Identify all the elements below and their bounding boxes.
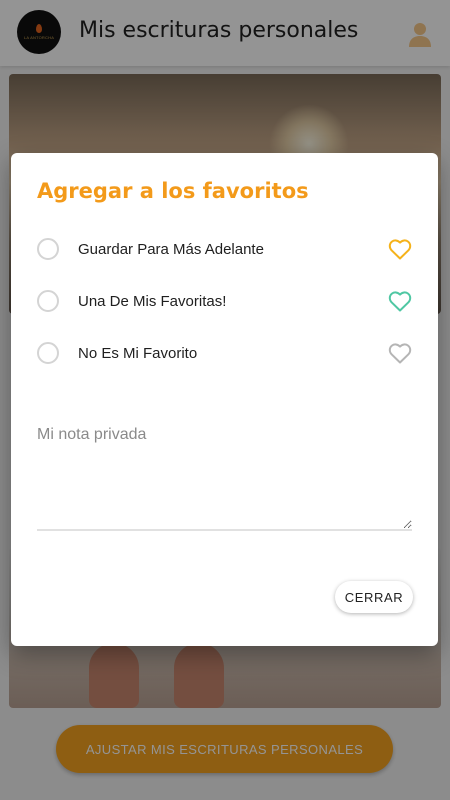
option-label: Una De Mis Favoritas! [78,292,227,310]
private-note-placeholder: Mi nota privada [37,426,147,443]
dialog-title: Agregar a los favoritos [37,179,309,203]
radio-button[interactable] [37,238,59,260]
favorites-dialog: Agregar a los favoritos Guardar Para Más… [11,153,438,646]
private-note-field[interactable] [37,453,412,529]
heart-outline-icon[interactable] [388,238,412,260]
heart-outline-icon[interactable] [388,290,412,312]
radio-button[interactable] [37,342,59,364]
option-label: Guardar Para Más Adelante [78,240,264,258]
close-button[interactable]: CERRAR [335,581,413,613]
option-not-favorite[interactable]: No Es Mi Favorito [11,331,438,375]
option-save-for-later[interactable]: Guardar Para Más Adelante [11,227,438,271]
heart-outline-icon[interactable] [388,342,412,364]
option-favorite[interactable]: Una De Mis Favoritas! [11,279,438,323]
note-underline [37,529,412,531]
radio-button[interactable] [37,290,59,312]
option-label: No Es Mi Favorito [78,344,198,362]
